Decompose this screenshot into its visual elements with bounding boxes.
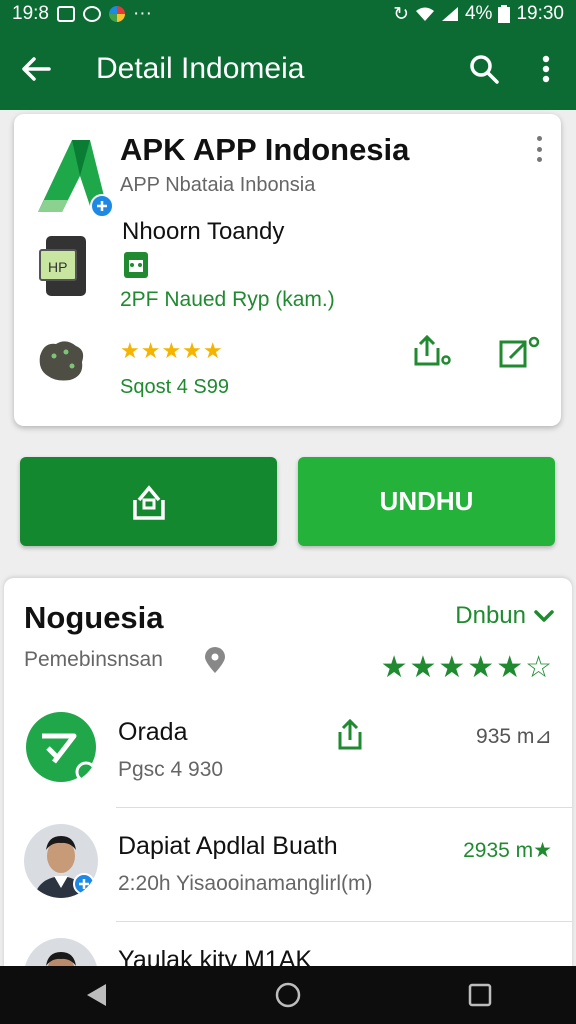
- status-clock: 19:30: [516, 3, 564, 24]
- signal-icon: [441, 7, 458, 21]
- review-row[interactable]: Dapiat Apdlal Buath 2:20h Yisaooinamangl…: [4, 810, 572, 922]
- square-recents-icon: [468, 983, 492, 1007]
- edit-icon: [499, 336, 540, 368]
- app-rating-stars: ★★★★★: [120, 338, 224, 363]
- divider: [116, 921, 572, 922]
- status-time: 19:8: [12, 3, 49, 24]
- triangle-back-icon: [87, 984, 106, 1006]
- row-value: 935 m⊿: [476, 725, 552, 748]
- nav-back-button[interactable]: [66, 966, 126, 1024]
- page-title: Detail Indomeia: [96, 52, 305, 85]
- app-developer: APP Nbataia Inbonsia: [120, 174, 316, 196]
- dropdown-label: Dnbun: [455, 602, 526, 629]
- sync-icon: ↻: [393, 3, 409, 25]
- reviews-card: Noguesia Dnbun Pemebinsnsan ★★★★★☆ Orada…: [4, 578, 572, 978]
- whats-new-label: Nhoorn Toandy: [122, 218, 285, 245]
- nav-home-button[interactable]: [258, 966, 318, 1024]
- reviews-title: Noguesia: [24, 600, 164, 635]
- system-nav-bar: [0, 966, 576, 1024]
- download-size: Sqost 4 S99: [120, 376, 229, 398]
- divider: [116, 807, 572, 808]
- location-pin-icon: [202, 646, 228, 674]
- more-notifications-icon: ···: [132, 3, 152, 24]
- row-subtitle: 2:20h Yisaooinamanglirl(m): [118, 872, 373, 895]
- card-menu-button[interactable]: [529, 134, 549, 164]
- arrow-back-icon: [22, 57, 51, 81]
- share-icon: [338, 718, 362, 750]
- reviews-sort-dropdown[interactable]: Dnbun: [455, 602, 554, 630]
- share-action-button[interactable]: [20, 457, 277, 546]
- edit-button[interactable]: [498, 334, 542, 370]
- region-map-icon: [36, 336, 88, 384]
- row-value: 2935 m★: [463, 839, 552, 862]
- search-button[interactable]: [464, 49, 504, 89]
- app-notification-icon: [82, 6, 101, 22]
- status-bar: 19:8 ··· ↻ 4% 19:30: [0, 0, 576, 28]
- reviews-subtitle: Pemebinsnsan: [24, 648, 163, 671]
- version-info: 2PF Naued Ryp (kam.): [120, 288, 335, 311]
- wifi-icon: [415, 7, 434, 21]
- battery-icon: [498, 5, 511, 23]
- chevron-down-icon: [534, 610, 554, 622]
- app-name: APK APP Indonesia: [120, 132, 410, 167]
- more-vert-icon: [542, 55, 550, 83]
- share-button[interactable]: [412, 334, 452, 368]
- back-button[interactable]: [0, 28, 72, 110]
- app-info-card: APK APP Indonesia APP Nbataia Inbonsia H…: [14, 114, 561, 426]
- row-title: Orada: [118, 718, 188, 746]
- circle-home-icon: [275, 982, 301, 1008]
- overflow-menu-button[interactable]: [530, 49, 562, 89]
- svg-text:HP: HP: [48, 259, 67, 275]
- phone-icon: HP: [38, 234, 94, 298]
- user-avatar: [24, 824, 98, 898]
- share-icon: [414, 334, 451, 366]
- nav-recents-button[interactable]: [450, 966, 510, 1024]
- share-icon: [132, 484, 165, 520]
- android-icon: [122, 250, 150, 280]
- battery-percent: 4%: [464, 3, 493, 24]
- download-button[interactable]: UNDHU: [298, 457, 555, 546]
- reviews-rating-stars: ★★★★★☆: [380, 651, 554, 684]
- notification-icon: [56, 6, 75, 22]
- chrome-icon: [108, 6, 125, 22]
- app-avatar: [24, 710, 98, 784]
- app-bar: Detail Indomeia: [0, 28, 576, 110]
- row-share-button[interactable]: [336, 718, 364, 752]
- app-logo: [32, 132, 114, 218]
- row-subtitle: Pgsc 4 930: [118, 758, 224, 781]
- row-title: Dapiat Apdlal Buath: [118, 832, 338, 860]
- review-row[interactable]: Orada Pgsc 4 930 935 m⊿: [4, 696, 572, 808]
- search-icon: [470, 55, 499, 84]
